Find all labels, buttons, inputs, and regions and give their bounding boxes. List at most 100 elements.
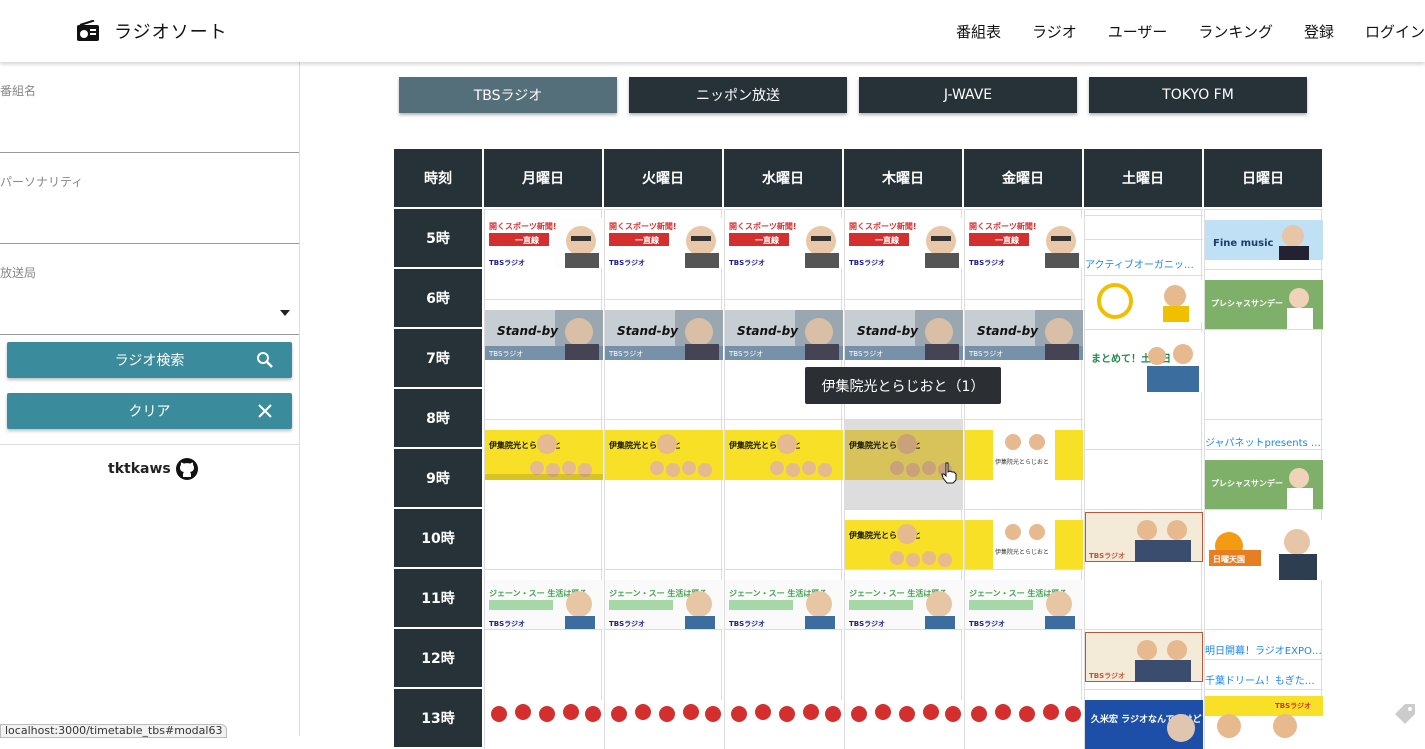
github-icon [175, 458, 198, 480]
program-cell-morning[interactable]: 開くスポーツ新聞! 一直線 TBSラジオ [485, 209, 603, 299]
program-cell-jane[interactable]: ジェーン・スー 生活は踊る TBSラジオ [485, 569, 603, 629]
program-cell-jane[interactable]: ジェーン・スー 生活は踊る TBSラジオ [965, 569, 1083, 629]
tab-jwave[interactable]: J-WAVE [859, 77, 1077, 113]
station-select-value [0, 286, 290, 310]
program-cell-daishugo[interactable]: TBSラジオ [1085, 629, 1203, 689]
program-link[interactable]: 明日開幕！ラジオEXPO… [1205, 642, 1323, 657]
program-cell-ijuin-friday[interactable]: 伊集院光とらじおと [965, 509, 1083, 569]
program-link[interactable]: ジャパネットpresents … [1205, 434, 1323, 449]
thumbnail-image: 伊集院光とらじおと [845, 520, 963, 569]
nav-login[interactable]: ログイン [1365, 21, 1425, 42]
personality-input[interactable] [0, 195, 290, 219]
program-cell-jane[interactable]: ジェーン・スー 生活は踊る TBSラジオ [845, 569, 963, 629]
program-cell-standby[interactable]: Stand-by TBSラジオ [485, 299, 603, 419]
program-cell-nichiyo[interactable]: 日曜天国 [1205, 509, 1323, 629]
program-cell-text[interactable]: ジャパネットpresents … [1205, 419, 1323, 449]
thumbnail-image: ジェーン・スー 生活は踊る TBSラジオ [725, 580, 843, 629]
brand[interactable]: ラジオソート [76, 17, 228, 45]
nav-radio[interactable]: ラジオ [1032, 21, 1077, 42]
thumbnail-image: Stand-by TBSラジオ [605, 310, 723, 360]
program-thumbnail: 久米宏 ラジオなんですけど [1085, 700, 1203, 749]
tab-nippon[interactable]: ニッポン放送 [629, 77, 847, 113]
program-cell-morning[interactable]: 開くスポーツ新聞! 一直線 TBSラジオ [605, 209, 723, 299]
thumb-text: 伊集院光とらじおと [995, 458, 1049, 466]
program-thumbnail [845, 700, 963, 749]
program-cell-morning[interactable]: 開くスポーツ新聞! 一直線 TBSラジオ [845, 209, 963, 299]
clear-button[interactable]: クリア [7, 393, 292, 429]
program-cell-text[interactable]: 千葉ドリーム！もぎたて… [1205, 659, 1323, 689]
program-cell-precious[interactable]: プレシャスサンデー [1205, 449, 1323, 509]
program-cell-morning[interactable]: 開くスポーツ新聞! 一直線 TBSラジオ [965, 209, 1083, 299]
nav-register[interactable]: 登録 [1304, 21, 1334, 42]
program-name-input[interactable] [0, 104, 290, 128]
clear-button-label: クリア [128, 404, 171, 420]
tab-tbs[interactable]: TBSラジオ [399, 77, 617, 113]
program-cell-afternoon[interactable] [605, 629, 723, 749]
program-cell-afternoon[interactable] [845, 629, 963, 749]
program-thumbnail: プレシャスサンデー [1205, 280, 1323, 329]
nav-timetable[interactable]: 番組表 [956, 21, 1001, 42]
thumbnail-image: Stand-by TBSラジオ [725, 310, 843, 360]
close-icon [258, 404, 272, 418]
program-cell-precious[interactable]: プレシャスサンデー [1205, 269, 1323, 329]
nav-ranking[interactable]: ランキング [1198, 21, 1273, 42]
thumb-text: 開くスポーツ新聞! [849, 221, 917, 231]
program-cell-jane[interactable]: ジェーン・スー 生活は踊る TBSラジオ [605, 569, 723, 629]
thumb-text: 伊集院光とらじおと [995, 548, 1049, 556]
program-cell[interactable] [1085, 275, 1203, 329]
thumb-text: プレシャスサンデー [1211, 298, 1283, 308]
tab-tokyofm[interactable]: TOKYO FM [1089, 77, 1307, 113]
program-cell-afternoon[interactable] [965, 629, 1083, 749]
program-cell-fine[interactable]: Fine music [1205, 209, 1323, 269]
thumb-text: TBSラジオ [848, 350, 883, 358]
program-cell-text[interactable]: 明日開幕！ラジオEXPO… [1205, 629, 1323, 659]
program-thumbnail: ジェーン・スー 生活は踊る TBSラジオ [605, 580, 723, 629]
station-select[interactable]: 放送局 [0, 244, 299, 335]
nav-users[interactable]: ユーザー [1108, 21, 1168, 42]
program-cell-text[interactable]: アクティブオーガニック… [1085, 239, 1203, 275]
day-column-tue: 開くスポーツ新聞! 一直線 TBSラジオ Stand-by TBSラジオ 伊集院… [604, 209, 723, 749]
program-link[interactable]: 千葉ドリーム！もぎたて… [1205, 672, 1323, 687]
thumb-text: 開くスポーツ新聞! [609, 221, 677, 231]
program-cell-ijuin[interactable]: 伊集院光とらじおと [485, 419, 603, 569]
program-thumbnail: プレシャスサンデー [1205, 460, 1323, 509]
program-cell-ijuin[interactable]: 伊集院光とらじおと [725, 419, 843, 569]
thumb-text: TBSラジオ [488, 350, 523, 358]
program-cell-standby[interactable]: Stand-by TBSラジオ [605, 299, 723, 419]
author-credit[interactable]: tktkaws [108, 457, 199, 481]
program-cell[interactable] [1205, 329, 1323, 419]
program-cell[interactable]: まとめて！土曜日 [1085, 329, 1203, 449]
program-cell-afternoon[interactable] [725, 629, 843, 749]
program-thumbnail: TBSラジオ [1085, 632, 1203, 682]
program-cell-ijuin-friday[interactable]: 伊集院光とらじおと [965, 419, 1083, 509]
program-thumbnail: 開くスポーツ新聞! 一直線 TBSラジオ [605, 218, 723, 268]
program-thumbnail [965, 700, 1083, 749]
program-cell-afternoon[interactable] [485, 629, 603, 749]
hour-label: 11時 [394, 569, 482, 627]
hand-cursor-icon [941, 462, 957, 484]
personality-field[interactable]: パーソナリティ [0, 153, 299, 244]
thumb-text: 開くスポーツ新聞! [969, 221, 1037, 231]
program-cell-morning[interactable]: 開くスポーツ新聞! 一直線 TBSラジオ [725, 209, 843, 299]
thumbnail-image: Stand-by TBSラジオ [965, 310, 1083, 360]
program-cell-daishugo[interactable]: TBSラジオ [1085, 509, 1203, 629]
program-name-field[interactable]: 番組名 [0, 62, 299, 153]
program-thumbnail: Stand-by TBSラジオ [845, 310, 963, 360]
author-name: tktkaws [108, 461, 171, 477]
thumbnail-image [1085, 280, 1203, 322]
program-cell[interactable]: TBSラジオ [1205, 689, 1323, 749]
program-cell[interactable] [1085, 449, 1203, 509]
program-cell-kume[interactable]: 久米宏 ラジオなんですけど [1085, 689, 1203, 749]
thumbnail-image: 開くスポーツ新聞! 一直線 TBSラジオ [605, 218, 723, 268]
search-icon [257, 352, 273, 368]
tag-icon[interactable] [1392, 702, 1418, 724]
thumb-text: TBSラジオ [1089, 552, 1125, 560]
thumbnail-image: プレシャスサンデー [1205, 460, 1323, 509]
program-cell[interactable] [1085, 215, 1203, 239]
program-cell-ijuin[interactable]: 伊集院光とらじおと [845, 509, 963, 569]
program-cell-jane[interactable]: ジェーン・スー 生活は踊る TBSラジオ [725, 569, 843, 629]
program-thumbnail: Fine music [1205, 220, 1323, 260]
program-link[interactable]: アクティブオーガニック… [1085, 256, 1203, 271]
search-button[interactable]: ラジオ検索 [7, 342, 292, 378]
program-cell-ijuin[interactable]: 伊集院光とらじおと [605, 419, 723, 569]
